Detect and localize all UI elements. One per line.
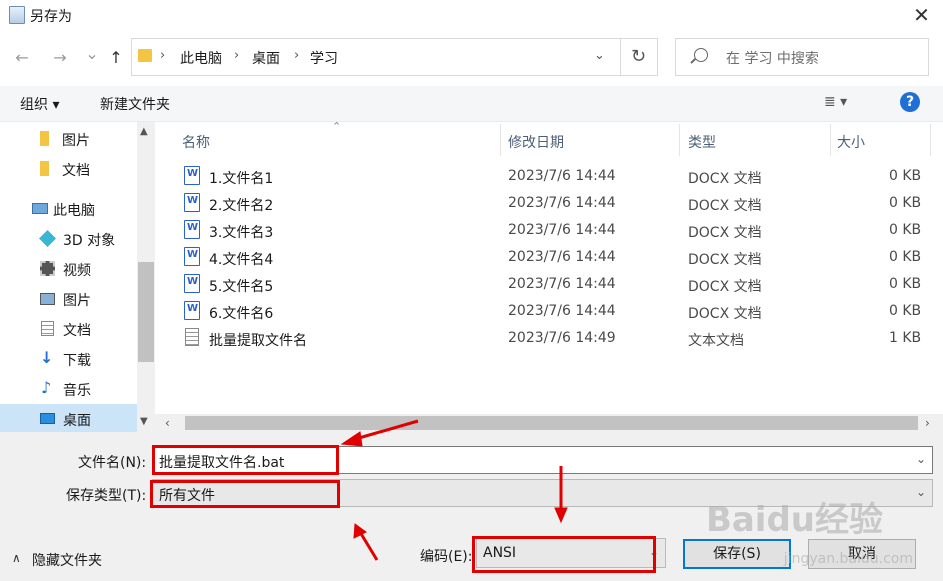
annotation-arrow-to-filetype bbox=[358, 531, 379, 561]
arrowhead bbox=[554, 507, 568, 524]
arrowhead bbox=[353, 523, 367, 539]
annotation-arrows bbox=[340, 419, 568, 561]
arrowhead bbox=[340, 431, 363, 447]
annotation-arrow-to-filename bbox=[351, 419, 419, 442]
